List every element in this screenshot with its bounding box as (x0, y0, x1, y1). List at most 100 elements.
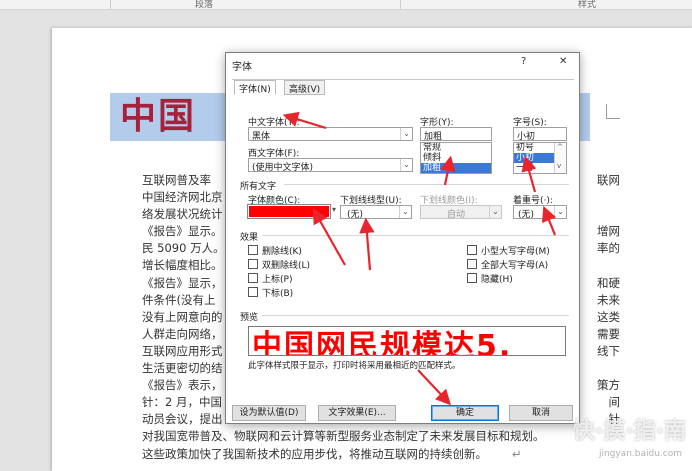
chevron-down-icon[interactable]: ⌄ (400, 128, 412, 140)
document-line[interactable]: 这些政策加快了我国新技术的应用步伐，将推动互联网的持续创新。 ↵ (142, 446, 620, 463)
font-size-list[interactable]: ^ v 初号 小初 一号 (513, 142, 567, 174)
preview-box: 中国网民规模达5. (248, 326, 566, 356)
effects-right-group: 小型大写字母(M) 全部大写字母(A) 隐藏(H) (467, 244, 577, 289)
effect-option[interactable]: 隐藏(H) (467, 272, 607, 285)
font-dialog: 字体 ? ✕ 字体(N) 高级(V) 中文字体(T): 黑体 ⌄ 西文字体(F)… (225, 52, 580, 424)
effect-option[interactable]: 全部大写字母(A) (467, 258, 607, 271)
crop-mark (606, 118, 620, 119)
close-button[interactable]: ✕ (559, 56, 567, 67)
document-line-text: 互联网普及率 (142, 173, 211, 187)
effects-left-group: 删除线(K) 双删除线(L) 上标(P) 下标(B) (248, 244, 388, 304)
chinese-font-value: 黑体 (252, 132, 271, 141)
help-button[interactable]: ? (521, 56, 526, 67)
effect-option[interactable]: 下标(B) (248, 286, 388, 299)
underline-color-value: 自动 (447, 210, 466, 219)
preview-note: 此字体样式限于显示，打印时将采用最相近的匹配样式。 (248, 361, 461, 371)
effect-option[interactable]: 上标(P) (248, 272, 388, 285)
chevron-down-icon[interactable]: ⌄ (399, 206, 411, 218)
ribbon-group-paragraph: 段落 (195, 0, 214, 10)
watermark-url: jingyan.baidu.com (598, 449, 682, 459)
effect-checkbox[interactable] (248, 273, 258, 283)
effect-label: 删除线(K) (262, 247, 302, 257)
font-style-list[interactable]: 常规 倾斜 加粗 (420, 142, 492, 174)
underline-type-value: (无) (347, 210, 364, 219)
font-size-option[interactable]: 小初 (514, 153, 554, 163)
document-line-tail: 这类 (597, 309, 620, 324)
document-line[interactable]: 对我国宽带普及、物联网和云计算等新型服务业态制定了未来发展目标和规划。 (142, 428, 620, 445)
tab-font[interactable]: 字体(N) (234, 80, 276, 95)
chevron-down-icon[interactable]: v (557, 162, 561, 170)
font-style-option[interactable]: 倾斜 (421, 153, 491, 163)
font-size-option[interactable]: 一号 (514, 163, 554, 173)
text-effects-button[interactable]: 文字效果(E)... (318, 405, 396, 421)
effect-label: 全部大写字母(A) (481, 261, 549, 271)
effect-checkbox[interactable] (467, 259, 477, 269)
font-style-value: 加粗 (424, 132, 443, 141)
effects-label: 效果 (240, 233, 259, 243)
document-line-text: 《报告》显示， (142, 275, 223, 290)
document-line-text: 《报告》表示， (142, 378, 223, 393)
underline-type-select[interactable]: (无) ⌄ (340, 205, 412, 219)
font-size-input[interactable]: 小初 (513, 127, 567, 141)
crop-mark (606, 104, 607, 118)
document-line-text: 民 5090 万人。 (142, 241, 225, 256)
western-font-select[interactable]: (使用中文字体) ⌄ (248, 158, 413, 172)
effect-option[interactable]: 双删除线(L) (248, 258, 388, 271)
preview-label: 预览 (240, 313, 259, 323)
font-size-option[interactable]: 初号 (514, 143, 554, 153)
watermark-text: 快·摸·指·南 (572, 419, 686, 444)
effect-checkbox[interactable] (467, 245, 477, 255)
emphasis-value: (无) (518, 210, 535, 219)
tab-advanced[interactable]: 高级(V) (284, 80, 326, 95)
document-line-text: 增长幅度相比。 (142, 258, 223, 273)
document-line-text: 这些政策加快了我国新技术的应用步伐，将推动互联网的持续创新。 (142, 446, 487, 461)
scrollbar[interactable]: ^ v (554, 143, 566, 173)
effect-checkbox[interactable] (467, 273, 477, 283)
document-line-tail: 需要 (597, 326, 620, 341)
document-line-tail: 未来 (597, 292, 620, 307)
font-size-value: 小初 (517, 132, 536, 141)
chinese-font-select[interactable]: 黑体 ⌄ (248, 127, 413, 141)
cancel-button[interactable]: 取消 (509, 405, 573, 421)
document-line-tail: 增网 (597, 224, 620, 239)
effect-label: 双删除线(L) (262, 261, 311, 271)
document-line-text: 没有上网意向的 (142, 309, 223, 324)
chevron-down-icon[interactable]: ▾ (332, 205, 336, 214)
effect-label: 下标(B) (262, 289, 294, 299)
document-line-text: 互联网应用形式 (142, 343, 223, 358)
font-style-input[interactable]: 加粗 (420, 127, 492, 141)
effect-option[interactable]: 小型大写字母(M) (467, 244, 607, 257)
document-line-text: 生活更密切的结 (142, 361, 223, 376)
all-text-label: 所有文字 (240, 182, 277, 192)
document-line-text: 动员会议，提出 (142, 412, 223, 427)
effect-label: 隐藏(H) (481, 275, 513, 285)
ok-button[interactable]: 确定 (431, 405, 499, 421)
document-line-text: 对我国宽带普及、物联网和云计算等新型服务业态制定了未来发展目标和规划。 (142, 429, 545, 444)
ribbon-group-styles: 样式 (578, 0, 597, 10)
chevron-down-icon[interactable]: ⌄ (554, 206, 566, 218)
effect-option[interactable]: 删除线(K) (248, 244, 388, 257)
effect-checkbox[interactable] (248, 245, 258, 255)
font-style-option[interactable]: 加粗 (421, 163, 491, 173)
dialog-title: 字体 (232, 62, 252, 73)
document-title-text: 中国 (120, 96, 197, 137)
divider (262, 235, 569, 236)
emphasis-select[interactable]: (无) ⌄ (513, 205, 567, 219)
effect-checkbox[interactable] (248, 259, 258, 269)
chevron-down-icon[interactable]: ⌄ (400, 159, 412, 171)
chevron-up-icon[interactable]: ^ (557, 143, 563, 151)
western-font-value: (使用中文字体) (252, 163, 314, 172)
document-line-text: 针：2 月，中国 (142, 395, 222, 410)
divider (284, 184, 569, 185)
document-line-tail: 策方 (597, 378, 620, 393)
preview-text: 中国网民规模达5. (252, 329, 513, 356)
underline-color-select: 自动 ⌄ (420, 205, 502, 219)
effect-checkbox[interactable] (248, 287, 258, 297)
color-swatch (247, 204, 331, 219)
font-style-option[interactable]: 常规 (421, 143, 491, 153)
paragraph-mark: ↵ (512, 446, 522, 461)
set-default-button[interactable]: 设为默认值(D) (232, 405, 306, 421)
document-line-tail: 线下 (597, 343, 620, 358)
font-color-picker[interactable]: ▾ (247, 204, 344, 219)
document-line-tail: 间 (608, 395, 621, 410)
